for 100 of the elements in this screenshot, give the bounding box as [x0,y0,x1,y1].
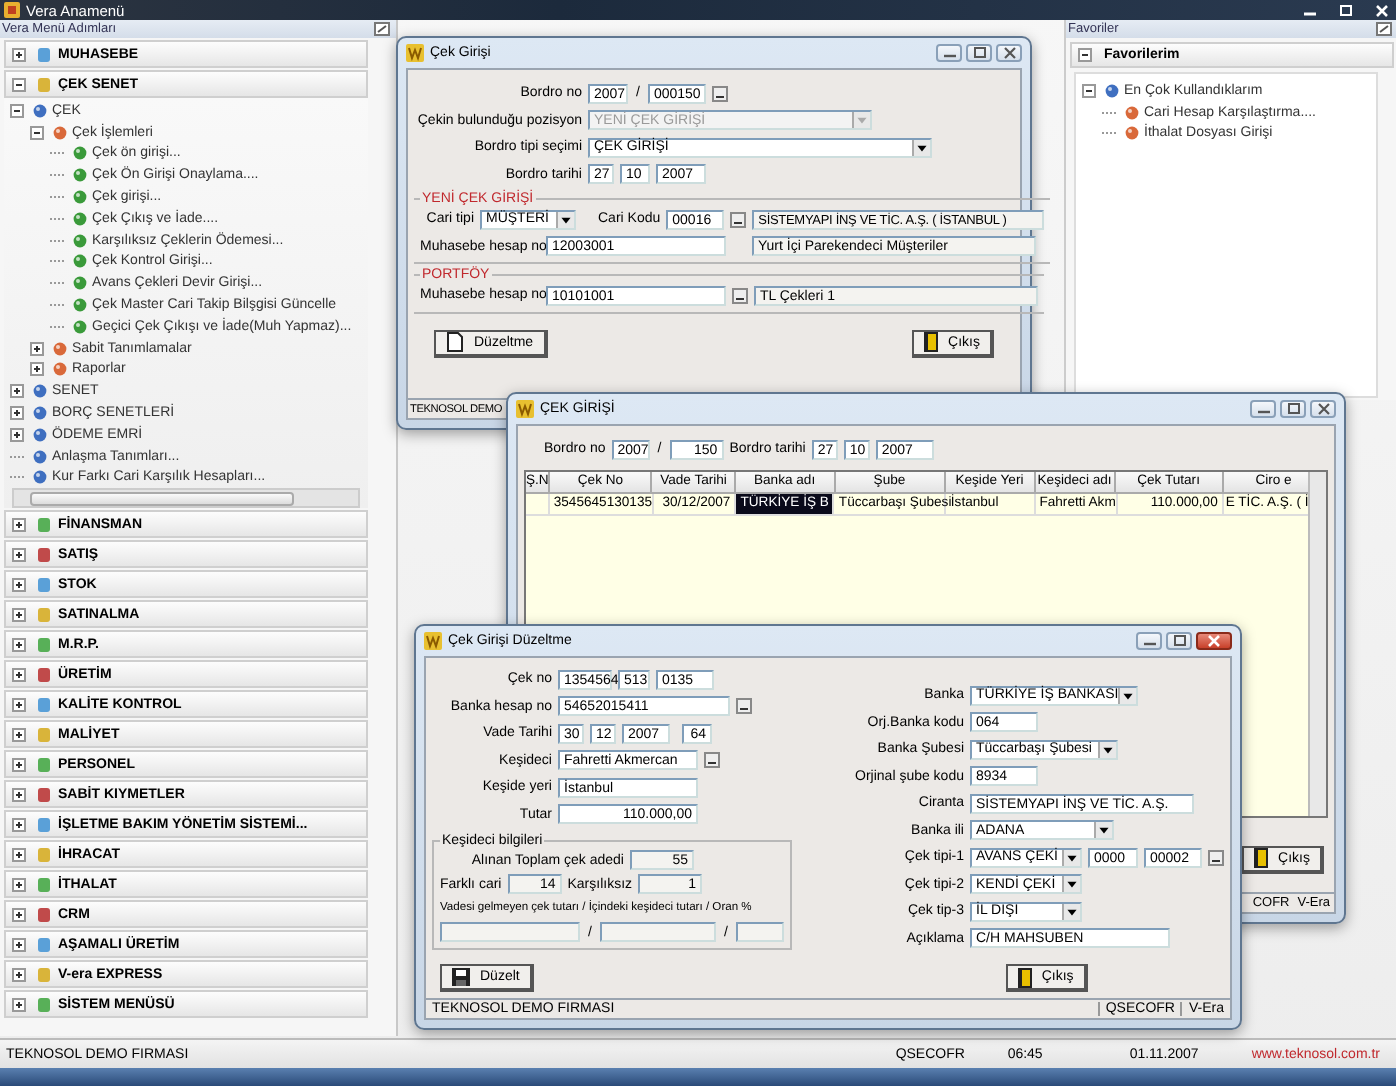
browse-button[interactable] [704,752,720,769]
caret-icon [852,112,870,129]
expand-toggle-icon[interactable] [10,103,24,118]
module-icon [38,787,50,801]
horizontal-scrollbar[interactable] [12,488,360,508]
maximize-button[interactable] [1280,400,1306,418]
door-icon [1254,848,1269,868]
expand-toggle-icon[interactable] [12,817,26,831]
node-icon [72,211,88,226]
expand-toggle-icon[interactable] [12,667,26,681]
node-icon [72,233,88,248]
minimize-button[interactable] [1250,400,1276,418]
module-icon [38,637,50,651]
caret-icon [912,139,930,156]
expand-toggle-icon[interactable] [30,362,44,377]
node-icon [32,384,48,399]
expand-toggle-icon[interactable] [12,937,26,951]
maximize-icon [1337,3,1353,17]
node-icon [32,103,48,118]
door-icon [1017,967,1032,987]
close-button[interactable] [996,44,1022,62]
node-icon [72,168,88,183]
node-icon [72,146,88,161]
expand-toggle-icon[interactable] [10,406,24,421]
input-field [440,922,580,942]
window-icon [516,400,534,418]
maximize-icon [1171,634,1187,648]
caret-icon [556,211,574,228]
expand-toggle-icon[interactable] [12,997,26,1011]
caret-icon [1062,903,1080,920]
input-field [599,922,716,942]
expand-toggle-icon[interactable] [12,637,26,651]
browse-button[interactable] [1208,849,1224,866]
expand-toggle-icon[interactable] [12,787,26,801]
node-icon [1124,105,1140,120]
expand-toggle-icon[interactable] [30,125,44,140]
module-icon [38,757,50,771]
expand-toggle-icon[interactable] [12,847,26,861]
module-icon [38,77,50,91]
module-icon [38,47,50,61]
expand-toggle-icon[interactable] [12,757,26,771]
module-icon [38,607,50,621]
node-icon [1124,126,1140,141]
document-icon [446,332,464,352]
maximize-button[interactable] [1166,632,1192,650]
expand-toggle-icon[interactable] [12,727,26,741]
maximize-icon [971,46,987,60]
expand-toggle-icon[interactable] [10,384,24,399]
browse-button[interactable] [711,85,728,102]
module-icon [38,547,50,561]
app-icon [4,2,20,18]
vertical-scrollbar[interactable] [1308,471,1326,815]
expand-toggle-icon[interactable] [12,697,26,711]
node-icon [72,298,88,313]
expand-toggle-icon[interactable] [12,547,26,561]
expand-toggle-icon[interactable] [12,577,26,591]
module-icon [38,937,50,951]
caret-icon [1098,741,1116,758]
node-icon [32,406,48,421]
module-icon [38,847,50,861]
module-icon [38,517,50,531]
module-icon [38,727,50,741]
minimize-button[interactable] [936,44,962,62]
expand-toggle-icon[interactable] [12,967,26,981]
expand-toggle-icon[interactable] [12,907,26,921]
node-icon [1104,83,1120,98]
minimize-button[interactable] [1136,632,1162,650]
module-icon [38,577,50,591]
maximize-button[interactable] [966,44,992,62]
browse-button[interactable] [736,698,752,715]
close-icon [1206,634,1222,648]
expand-toggle-icon[interactable] [12,877,26,891]
caret-icon [1062,849,1080,866]
maximize-icon [1285,402,1301,416]
browse-button[interactable] [730,211,747,228]
node-icon [52,125,68,140]
browse-button[interactable] [732,287,748,304]
expand-toggle-icon[interactable] [12,517,26,531]
close-icon [1315,402,1331,416]
expand-toggle-icon[interactable] [10,427,24,442]
expand-toggle-icon[interactable] [12,607,26,621]
module-icon [38,967,50,981]
caret-icon [1094,822,1112,839]
node-icon [72,319,88,334]
expand-toggle-icon[interactable] [1082,83,1096,98]
expand-toggle-icon[interactable] [12,47,26,61]
caret-icon [1062,876,1080,893]
node-icon [32,470,48,485]
expand-toggle-icon[interactable] [1078,48,1092,62]
close-icon [1373,3,1389,17]
window-icon [424,632,442,650]
module-icon [38,907,50,921]
close-button[interactable] [1196,632,1232,650]
expand-toggle-icon[interactable] [30,341,44,356]
node-icon [72,254,88,269]
expand-toggle-icon[interactable] [12,77,26,91]
door-icon [924,332,939,352]
close-button[interactable] [1310,400,1336,418]
input-field [735,922,784,942]
caret-icon [1118,687,1137,704]
